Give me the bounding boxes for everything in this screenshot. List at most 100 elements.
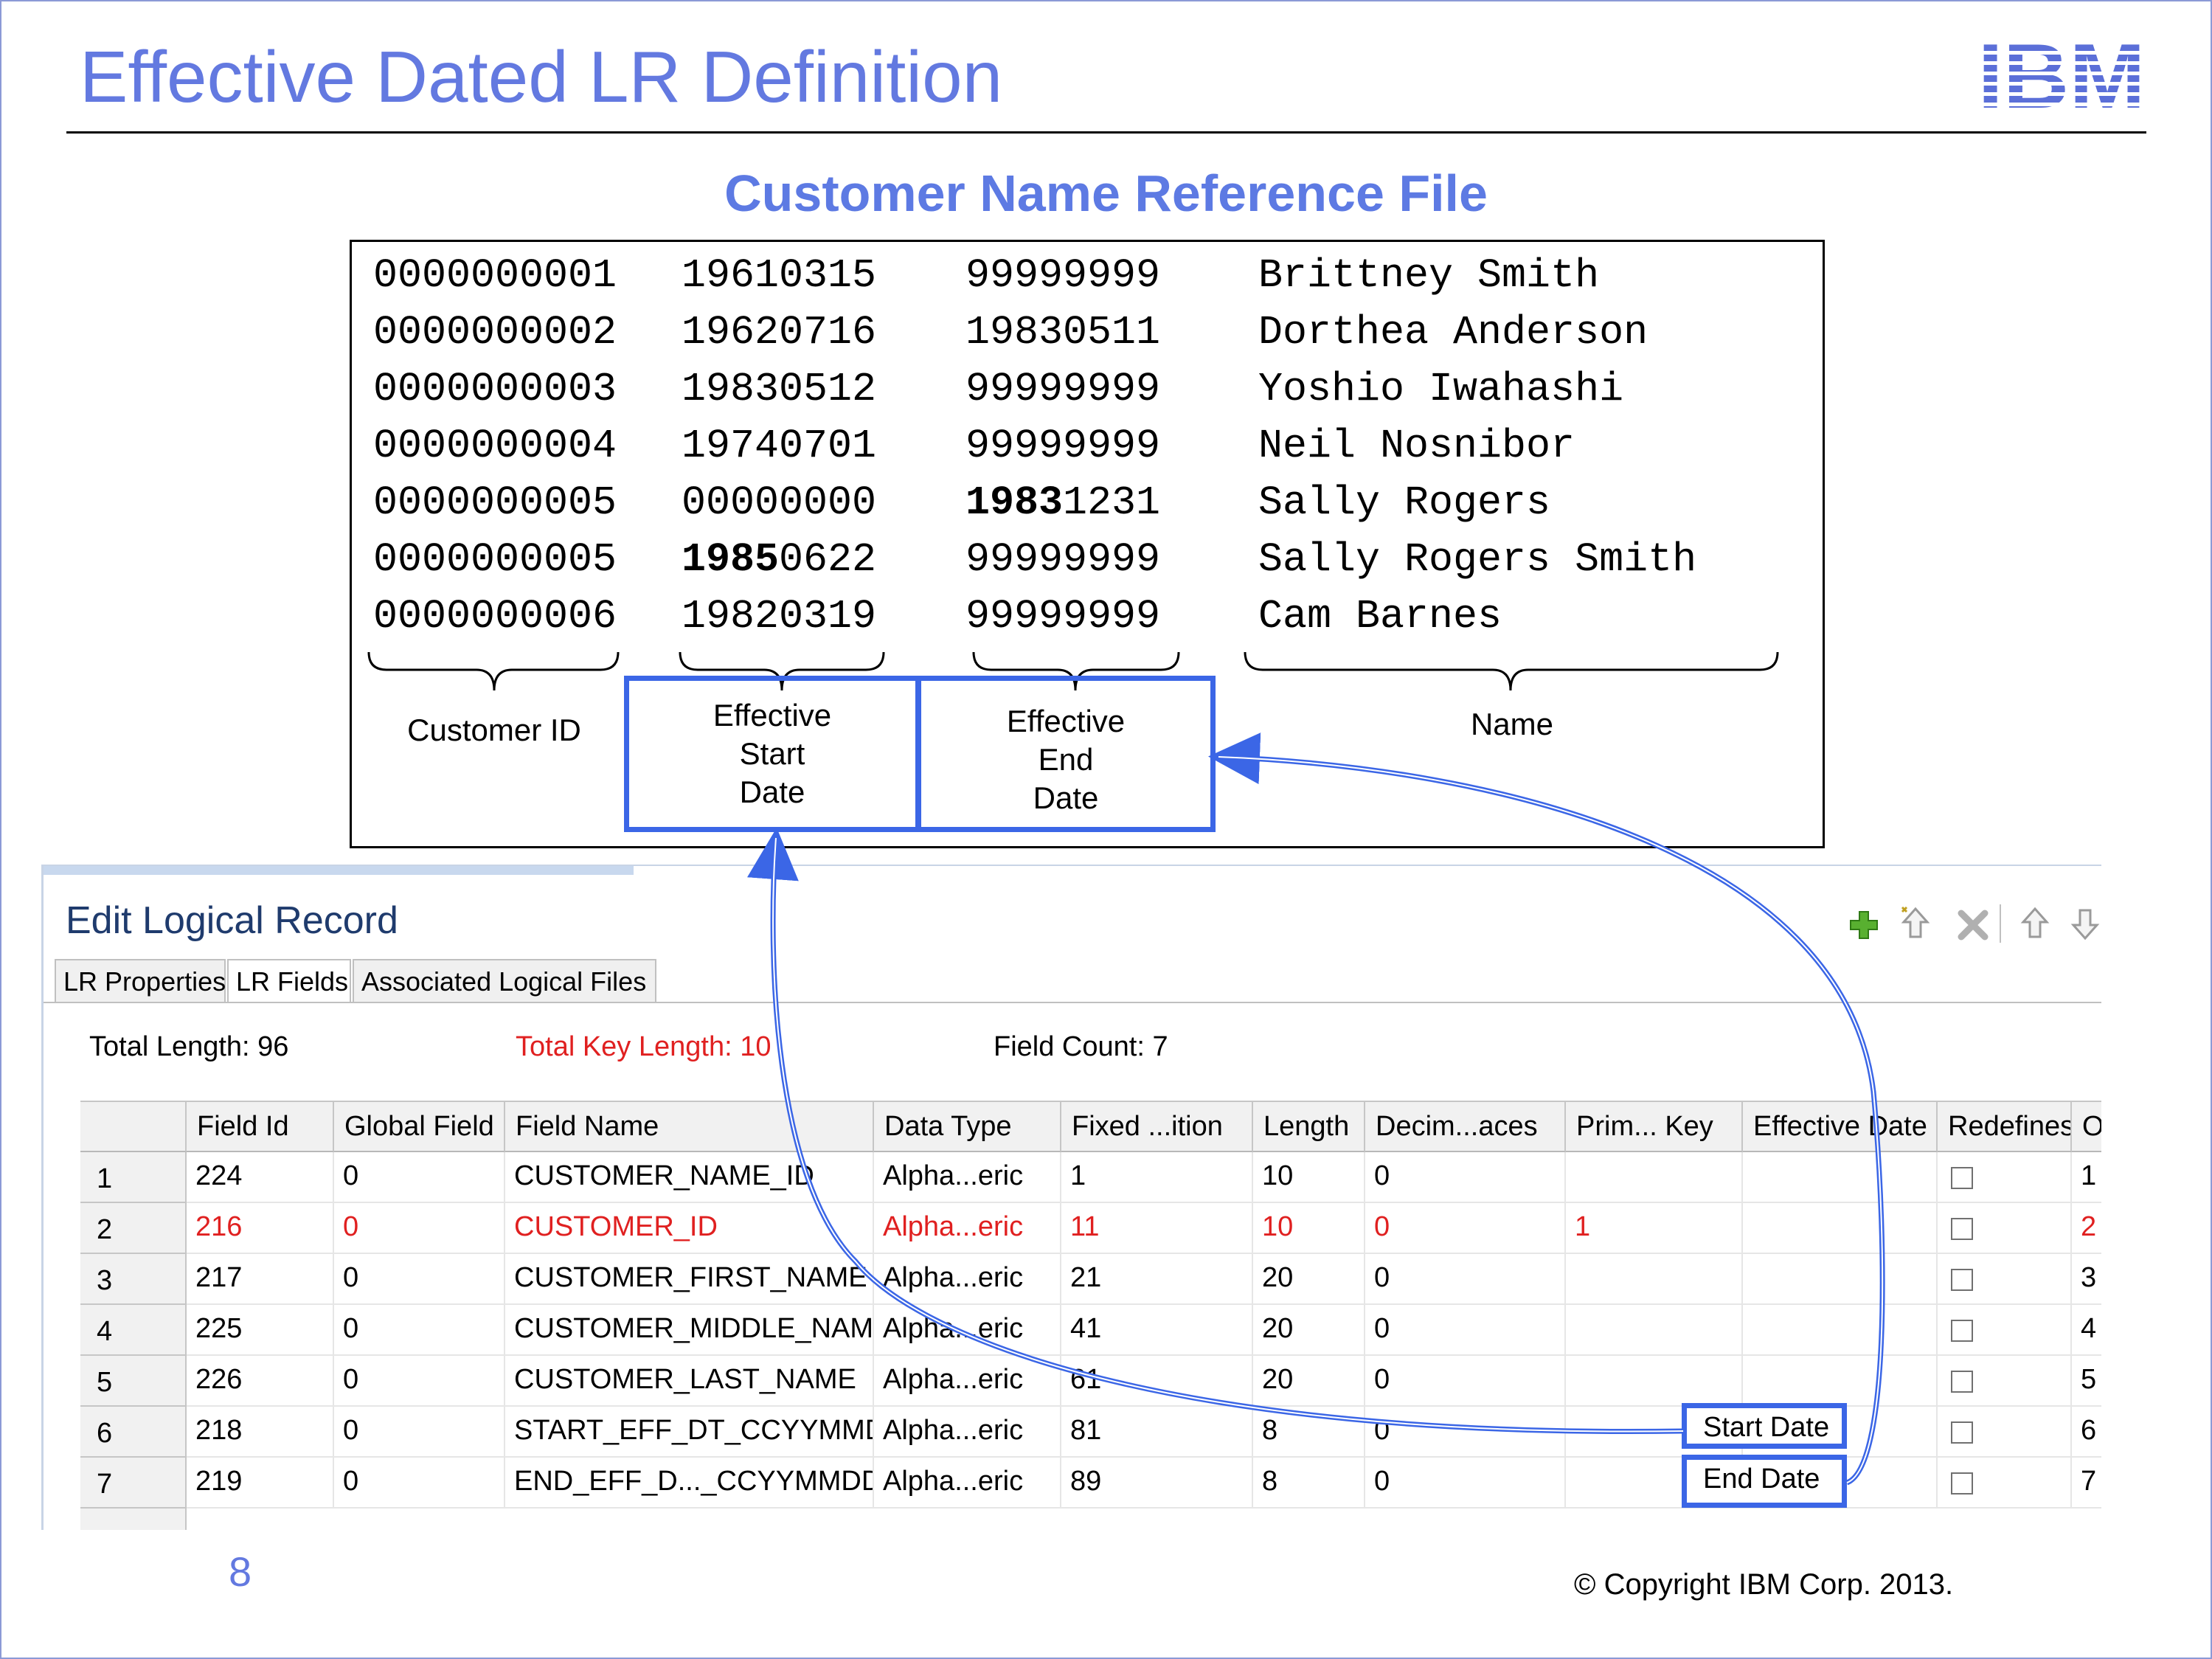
column-header-global-field[interactable]: Global Field xyxy=(334,1101,505,1152)
cell-field-name[interactable]: START_EFF_DT_CCYYMMDD xyxy=(505,1407,874,1458)
cell-redefines[interactable] xyxy=(1938,1458,2072,1509)
tab-lr-fields[interactable]: LR Fields xyxy=(227,959,351,1002)
redefines-checkbox[interactable] xyxy=(1951,1421,1973,1444)
tab-associated-logical-files[interactable]: Associated Logical Files xyxy=(353,959,656,1002)
cell-length[interactable]: 10 xyxy=(1253,1203,1365,1254)
delete-icon[interactable] xyxy=(1952,901,1994,946)
cell-global-field[interactable]: 0 xyxy=(334,1305,505,1356)
row-number[interactable]: 7 xyxy=(80,1458,187,1509)
effective-date-start-highlight[interactable]: Start Date xyxy=(1682,1403,1847,1449)
cell-primary-key[interactable]: 1 xyxy=(1566,1203,1743,1254)
tab-lr-properties[interactable]: LR Properties xyxy=(55,959,226,1002)
cell-data-type[interactable]: Alpha...eric xyxy=(874,1458,1061,1509)
cell-ordinal[interactable]: 5 xyxy=(2072,1356,2101,1407)
cell-decimal-places[interactable]: 0 xyxy=(1365,1254,1566,1305)
cell-field-id[interactable]: 216 xyxy=(187,1203,334,1254)
cell-primary-key[interactable] xyxy=(1566,1356,1743,1407)
cell-field-name[interactable]: CUSTOMER_LAST_NAME xyxy=(505,1356,874,1407)
cell-fixed-position[interactable]: 81 xyxy=(1061,1407,1253,1458)
column-header-primary-key[interactable]: Prim... Key xyxy=(1566,1101,1743,1152)
redefines-checkbox[interactable] xyxy=(1951,1269,1973,1291)
cell-global-field[interactable]: 0 xyxy=(334,1458,505,1509)
column-header-redefines[interactable]: Redefines xyxy=(1938,1101,2072,1152)
cell-ordinal[interactable]: 1 xyxy=(2072,1152,2101,1203)
cell-fixed-position[interactable]: 21 xyxy=(1061,1254,1253,1305)
cell-ordinal[interactable]: 3 xyxy=(2072,1254,2101,1305)
cell-redefines[interactable] xyxy=(1938,1407,2072,1458)
cell-primary-key[interactable] xyxy=(1566,1152,1743,1203)
column-header-effective-date[interactable]: Effective Date xyxy=(1743,1101,1938,1152)
cell-decimal-places[interactable]: 0 xyxy=(1365,1152,1566,1203)
redefines-checkbox[interactable] xyxy=(1951,1320,1973,1342)
cell-decimal-places[interactable]: 0 xyxy=(1365,1203,1566,1254)
cell-global-field[interactable]: 0 xyxy=(334,1356,505,1407)
cell-length[interactable]: 8 xyxy=(1253,1407,1365,1458)
cell-effective-date[interactable] xyxy=(1743,1203,1938,1254)
cell-length[interactable]: 20 xyxy=(1253,1356,1365,1407)
row-number[interactable]: 6 xyxy=(80,1407,187,1458)
cell-data-type[interactable]: Alpha...eric xyxy=(874,1254,1061,1305)
add-icon[interactable] xyxy=(1843,901,1885,946)
cell-length[interactable]: 10 xyxy=(1253,1152,1365,1203)
cell-fixed-position[interactable]: 1 xyxy=(1061,1152,1253,1203)
cell-data-type[interactable]: Alpha...eric xyxy=(874,1356,1061,1407)
cell-field-id[interactable]: 218 xyxy=(187,1407,334,1458)
cell-ordinal[interactable]: 6 xyxy=(2072,1407,2101,1458)
row-number[interactable]: 3 xyxy=(80,1254,187,1305)
cell-ordinal[interactable]: 4 xyxy=(2072,1305,2101,1356)
row-number[interactable]: 1 xyxy=(80,1152,187,1203)
cell-length[interactable]: 20 xyxy=(1253,1305,1365,1356)
row-number[interactable]: 4 xyxy=(80,1305,187,1356)
cell-ordinal[interactable]: 2 xyxy=(2072,1203,2101,1254)
cell-redefines[interactable] xyxy=(1938,1305,2072,1356)
cell-fixed-position[interactable]: 89 xyxy=(1061,1458,1253,1509)
cell-redefines[interactable] xyxy=(1938,1203,2072,1254)
move-down-icon[interactable] xyxy=(2064,901,2101,946)
row-number-blank[interactable] xyxy=(80,1509,187,1530)
redefines-checkbox[interactable] xyxy=(1951,1472,1973,1495)
column-header-fixed-position[interactable]: Fixed ...ition xyxy=(1061,1101,1253,1152)
insert-icon[interactable] xyxy=(1895,901,1936,946)
cell-field-id[interactable]: 217 xyxy=(187,1254,334,1305)
cell-global-field[interactable]: 0 xyxy=(334,1407,505,1458)
cell-field-id[interactable]: 226 xyxy=(187,1356,334,1407)
cell-length[interactable]: 8 xyxy=(1253,1458,1365,1509)
cell-field-name[interactable]: END_EFF_D..._CCYYMMDD xyxy=(505,1458,874,1509)
cell-primary-key[interactable] xyxy=(1566,1254,1743,1305)
cell-ordinal[interactable]: 7 xyxy=(2072,1458,2101,1509)
column-header-ordinal[interactable]: Ord xyxy=(2072,1101,2101,1152)
column-header-data-type[interactable]: Data Type xyxy=(874,1101,1061,1152)
cell-field-name[interactable]: CUSTOMER_ID xyxy=(505,1203,874,1254)
cell-redefines[interactable] xyxy=(1938,1356,2072,1407)
effective-date-end-highlight[interactable]: End Date xyxy=(1682,1455,1847,1508)
cell-decimal-places[interactable]: 0 xyxy=(1365,1407,1566,1458)
cell-decimal-places[interactable]: 0 xyxy=(1365,1356,1566,1407)
cell-decimal-places[interactable]: 0 xyxy=(1365,1305,1566,1356)
row-number[interactable]: 2 xyxy=(80,1203,187,1254)
cell-global-field[interactable]: 0 xyxy=(334,1152,505,1203)
redefines-checkbox[interactable] xyxy=(1951,1371,1973,1393)
cell-length[interactable]: 20 xyxy=(1253,1254,1365,1305)
column-header-field-id[interactable]: Field Id xyxy=(187,1101,334,1152)
cell-fixed-position[interactable]: 11 xyxy=(1061,1203,1253,1254)
column-header-field-name[interactable]: Field Name xyxy=(505,1101,874,1152)
cell-global-field[interactable]: 0 xyxy=(334,1254,505,1305)
cell-fixed-position[interactable]: 61 xyxy=(1061,1356,1253,1407)
cell-data-type[interactable]: Alpha...eric xyxy=(874,1152,1061,1203)
cell-field-id[interactable]: 225 xyxy=(187,1305,334,1356)
row-number[interactable]: 5 xyxy=(80,1356,187,1407)
cell-primary-key[interactable] xyxy=(1566,1305,1743,1356)
cell-effective-date[interactable] xyxy=(1743,1356,1938,1407)
cell-data-type[interactable]: Alpha...eric xyxy=(874,1305,1061,1356)
cell-field-id[interactable]: 219 xyxy=(187,1458,334,1509)
cell-effective-date[interactable] xyxy=(1743,1254,1938,1305)
cell-global-field[interactable]: 0 xyxy=(334,1203,505,1254)
cell-data-type[interactable]: Alpha...eric xyxy=(874,1407,1061,1458)
column-header-decimal-places[interactable]: Decim...aces xyxy=(1365,1101,1566,1152)
cell-data-type[interactable]: Alpha...eric xyxy=(874,1203,1061,1254)
cell-field-name[interactable]: CUSTOMER_FIRST_NAME xyxy=(505,1254,874,1305)
column-header-length[interactable]: Length xyxy=(1253,1101,1365,1152)
move-up-icon[interactable] xyxy=(2014,901,2056,946)
cell-fixed-position[interactable]: 41 xyxy=(1061,1305,1253,1356)
cell-effective-date[interactable] xyxy=(1743,1152,1938,1203)
